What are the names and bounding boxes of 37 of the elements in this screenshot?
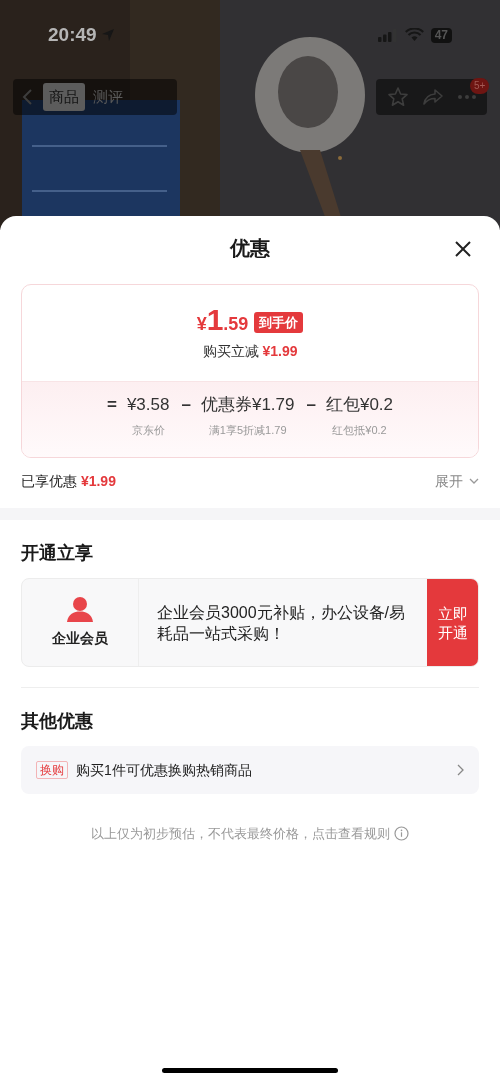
person-icon [66,596,94,622]
breakdown-amount: ¥3.58 [126,394,170,416]
offer-row[interactable]: 换购 购买1件可优惠换购热销商品 [21,746,479,794]
price-tag: 到手价 [254,311,304,333]
operator-sign: = [106,394,117,416]
reduction-text: 购买立减 ¥1.99 [202,341,298,361]
section-title: 其他优惠 [21,710,94,733]
disclaimer-text: 以上仅为初步预估，不代表最终价格，点击查看规则 [91,825,390,843]
sheet-title: 优惠 [230,236,270,261]
activate-button[interactable]: 立即开通 [427,579,478,666]
breakdown-caption: 京东价 [131,423,165,438]
enjoyed-discount: 已享优惠 ¥1.99 [21,471,116,491]
operator-sign: – [181,394,191,416]
offer-tag: 换购 [36,761,68,779]
more-icon[interactable] [456,94,477,100]
share-icon[interactable] [421,87,444,107]
star-icon[interactable] [386,86,409,108]
status-time: 20:49 [48,22,97,47]
breakdown-caption: 满1享5折减1.79 [208,423,287,438]
final-price: ¥1.59 [196,304,249,335]
info-icon[interactable] [394,826,409,842]
chevron-down-icon [469,478,479,484]
membership-description: 企业会员3000元补贴，办公设备/易耗品一站式采购！ [157,602,407,644]
close-icon[interactable] [454,240,472,258]
expand-link[interactable]: 展开 [435,470,479,492]
nav-tab[interactable]: 商品 [43,83,85,111]
operator-sign: – [306,394,316,416]
offer-text: 购买1件可优惠换购热销商品 [76,760,253,780]
section-title: 开通立享 [21,542,94,565]
nav-tab[interactable]: 测评 [89,83,127,111]
back-icon[interactable] [21,88,35,106]
wifi-icon [404,28,424,42]
breakdown-caption: 红包抵¥0.2 [332,423,387,438]
breakdown-amount: 优惠券¥1.79 [200,394,295,416]
breakdown-amount: 红包¥0.2 [325,394,394,416]
membership-name: 企业会员 [52,629,108,648]
chevron-right-icon [457,764,464,776]
